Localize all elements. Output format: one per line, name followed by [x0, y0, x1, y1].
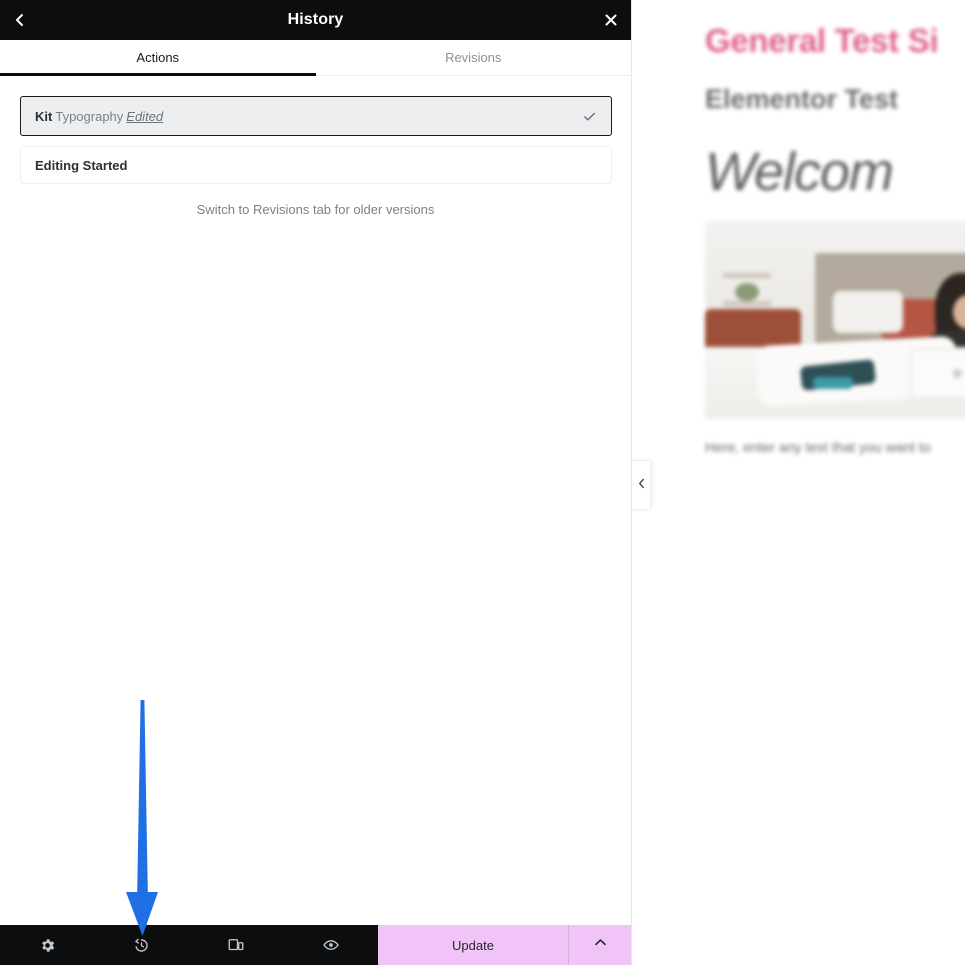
back-button[interactable]: [0, 0, 40, 40]
editor-panel: History Actions Revisions Kit Typography E: [0, 0, 632, 965]
settings-icon: [39, 937, 56, 954]
tab-revisions[interactable]: Revisions: [316, 40, 632, 75]
close-icon: [603, 12, 619, 28]
update-group: Update: [378, 925, 631, 965]
history-button[interactable]: [95, 925, 190, 965]
chevron-left-icon: [637, 476, 646, 494]
history-item-title: Editing Started: [35, 157, 128, 173]
chevron-up-icon: [593, 935, 608, 955]
check-icon: [582, 109, 597, 124]
tab-revisions-label: Revisions: [445, 50, 502, 65]
history-item-text: Editing Started: [35, 158, 597, 173]
history-item-subtitle: Typography: [55, 108, 124, 124]
panel-footer: Update: [0, 925, 631, 965]
history-list: Kit Typography Edited Editing Started Swit…: [0, 76, 631, 925]
preview-content: General Test Si Elementor Test Welcom He…: [705, 0, 965, 455]
footer-tools: [0, 925, 378, 965]
history-item-current[interactable]: Kit Typography Edited: [20, 96, 612, 136]
preview-canvas[interactable]: General Test Si Elementor Test Welcom He…: [632, 0, 965, 965]
update-button-label: Update: [452, 937, 494, 953]
history-icon: [133, 937, 150, 954]
panel-collapse-handle[interactable]: [632, 460, 651, 510]
page-title: History: [287, 11, 344, 28]
preview-body-text: Here, enter any text that you want to: [705, 439, 931, 455]
history-item-editing-started[interactable]: Editing Started: [20, 146, 612, 184]
history-item-title: Kit: [35, 108, 53, 124]
preview-changes-button[interactable]: [284, 925, 379, 965]
preview-icon: [322, 936, 340, 954]
preview-image: [705, 221, 965, 419]
preview-tagline: Elementor Test: [705, 84, 899, 114]
chevron-left-icon: [12, 12, 28, 28]
responsive-mode-button[interactable]: [189, 925, 284, 965]
responsive-icon: [227, 936, 245, 954]
update-button[interactable]: Update: [378, 925, 568, 965]
tab-actions[interactable]: Actions: [0, 40, 316, 76]
panel-header: History: [0, 0, 631, 40]
update-options-button[interactable]: [568, 925, 631, 965]
preview-heading: Welcom: [705, 142, 894, 202]
history-item-text: Kit Typography Edited: [35, 109, 582, 124]
close-button[interactable]: [591, 0, 631, 40]
history-note: Switch to Revisions tab for older versio…: [196, 202, 435, 217]
elementor-editor-screen: General Test Si Elementor Test Welcom He…: [0, 0, 965, 965]
history-item-action: Edited: [126, 108, 164, 124]
tab-actions-label: Actions: [136, 50, 180, 65]
preview-site-title: General Test Si: [705, 22, 939, 59]
settings-button[interactable]: [0, 925, 95, 965]
history-tabs: Actions Revisions: [0, 40, 631, 76]
